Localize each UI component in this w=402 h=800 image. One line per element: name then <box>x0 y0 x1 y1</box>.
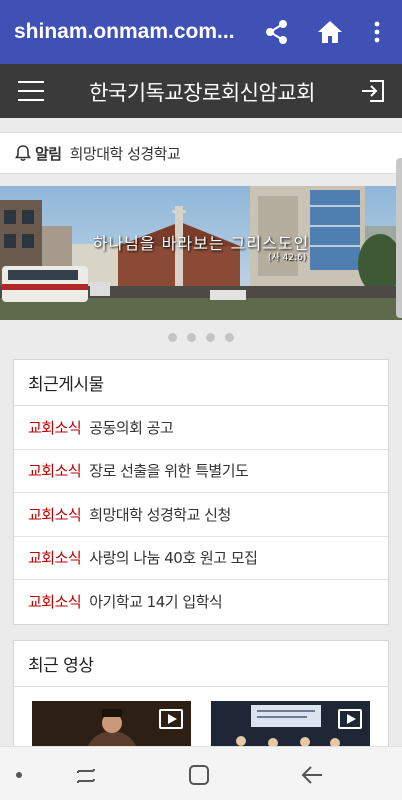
post-category: 교회소식 <box>28 418 82 437</box>
banner-carousel[interactable]: 하나님을 바라보는 그리스도인 (사 42:6) <box>0 186 402 320</box>
bell-icon <box>15 145 31 162</box>
post-item[interactable]: 교회소식 장로 선출을 위한 특별기도 <box>14 450 388 493</box>
recent-posts-heading[interactable]: 최근게시물 <box>14 360 388 406</box>
notice-text[interactable]: 희망대학 성경학교 <box>70 143 181 164</box>
post-category: 교회소식 <box>28 593 82 612</box>
home-nav-icon[interactable] <box>187 763 211 787</box>
video-thumbnail[interactable] <box>211 701 370 751</box>
post-title[interactable]: 공동의회 공고 <box>89 417 174 438</box>
carousel-dot[interactable] <box>168 333 177 342</box>
share-icon[interactable] <box>262 17 292 47</box>
carousel-indicators <box>0 333 402 342</box>
video-thumbnail[interactable] <box>32 701 191 751</box>
system-nav-bar <box>0 746 402 800</box>
play-icon[interactable] <box>159 709 183 729</box>
post-item[interactable]: 교회소식 희망대학 성경학교 신청 <box>14 493 388 537</box>
hamburger-icon[interactable] <box>18 81 44 103</box>
back-icon[interactable] <box>300 763 324 787</box>
post-category: 교회소식 <box>28 549 82 568</box>
banner-verse: (사 42:6) <box>268 253 307 263</box>
recent-videos-card: 최근 영상 <box>13 640 389 751</box>
carousel-dot[interactable] <box>206 333 215 342</box>
post-title[interactable]: 아기학교 14기 입학식 <box>89 591 223 612</box>
post-title[interactable]: 장로 선출을 위한 특별기도 <box>89 460 249 481</box>
post-category: 교회소식 <box>28 462 82 481</box>
post-title[interactable]: 사랑의 나눔 40호 원고 모집 <box>89 547 258 568</box>
recent-videos-heading[interactable]: 최근 영상 <box>14 641 388 687</box>
post-item[interactable]: 교회소식 사랑의 나눔 40호 원고 모집 <box>14 537 388 580</box>
carousel-dot[interactable] <box>225 333 234 342</box>
url-bar[interactable]: shinam.onmam.com... <box>14 20 246 44</box>
recent-posts-card: 최근게시물 교회소식 공동의회 공고 교회소식 장로 선출을 위한 특별기도 교… <box>13 359 389 625</box>
post-item[interactable]: 교회소식 아기학교 14기 입학식 <box>14 580 388 624</box>
carousel-dot[interactable] <box>187 333 196 342</box>
home-icon[interactable] <box>315 17 345 47</box>
post-title[interactable]: 희망대학 성경학교 신청 <box>89 504 231 525</box>
notice-bar[interactable]: 알림 희망대학 성경학교 <box>0 132 402 174</box>
site-header: 한국기독교장로회신암교회 <box>0 64 402 118</box>
browser-toolbar: shinam.onmam.com... <box>0 0 402 64</box>
nav-dot-icon <box>16 772 22 778</box>
banner-caption: 하나님을 바라보는 그리스도인 <box>92 234 310 253</box>
login-icon[interactable] <box>360 79 386 103</box>
post-category: 교회소식 <box>28 505 82 524</box>
notice-label: 알림 <box>35 144 62 163</box>
play-icon[interactable] <box>338 709 362 729</box>
scroll-handle[interactable] <box>396 158 402 318</box>
post-item[interactable]: 교회소식 공동의회 공고 <box>14 406 388 450</box>
recent-apps-icon[interactable] <box>74 763 98 787</box>
site-title[interactable]: 한국기독교장로회신암교회 <box>62 77 342 107</box>
video-list <box>14 687 388 751</box>
more-vert-icon[interactable] <box>362 17 392 47</box>
